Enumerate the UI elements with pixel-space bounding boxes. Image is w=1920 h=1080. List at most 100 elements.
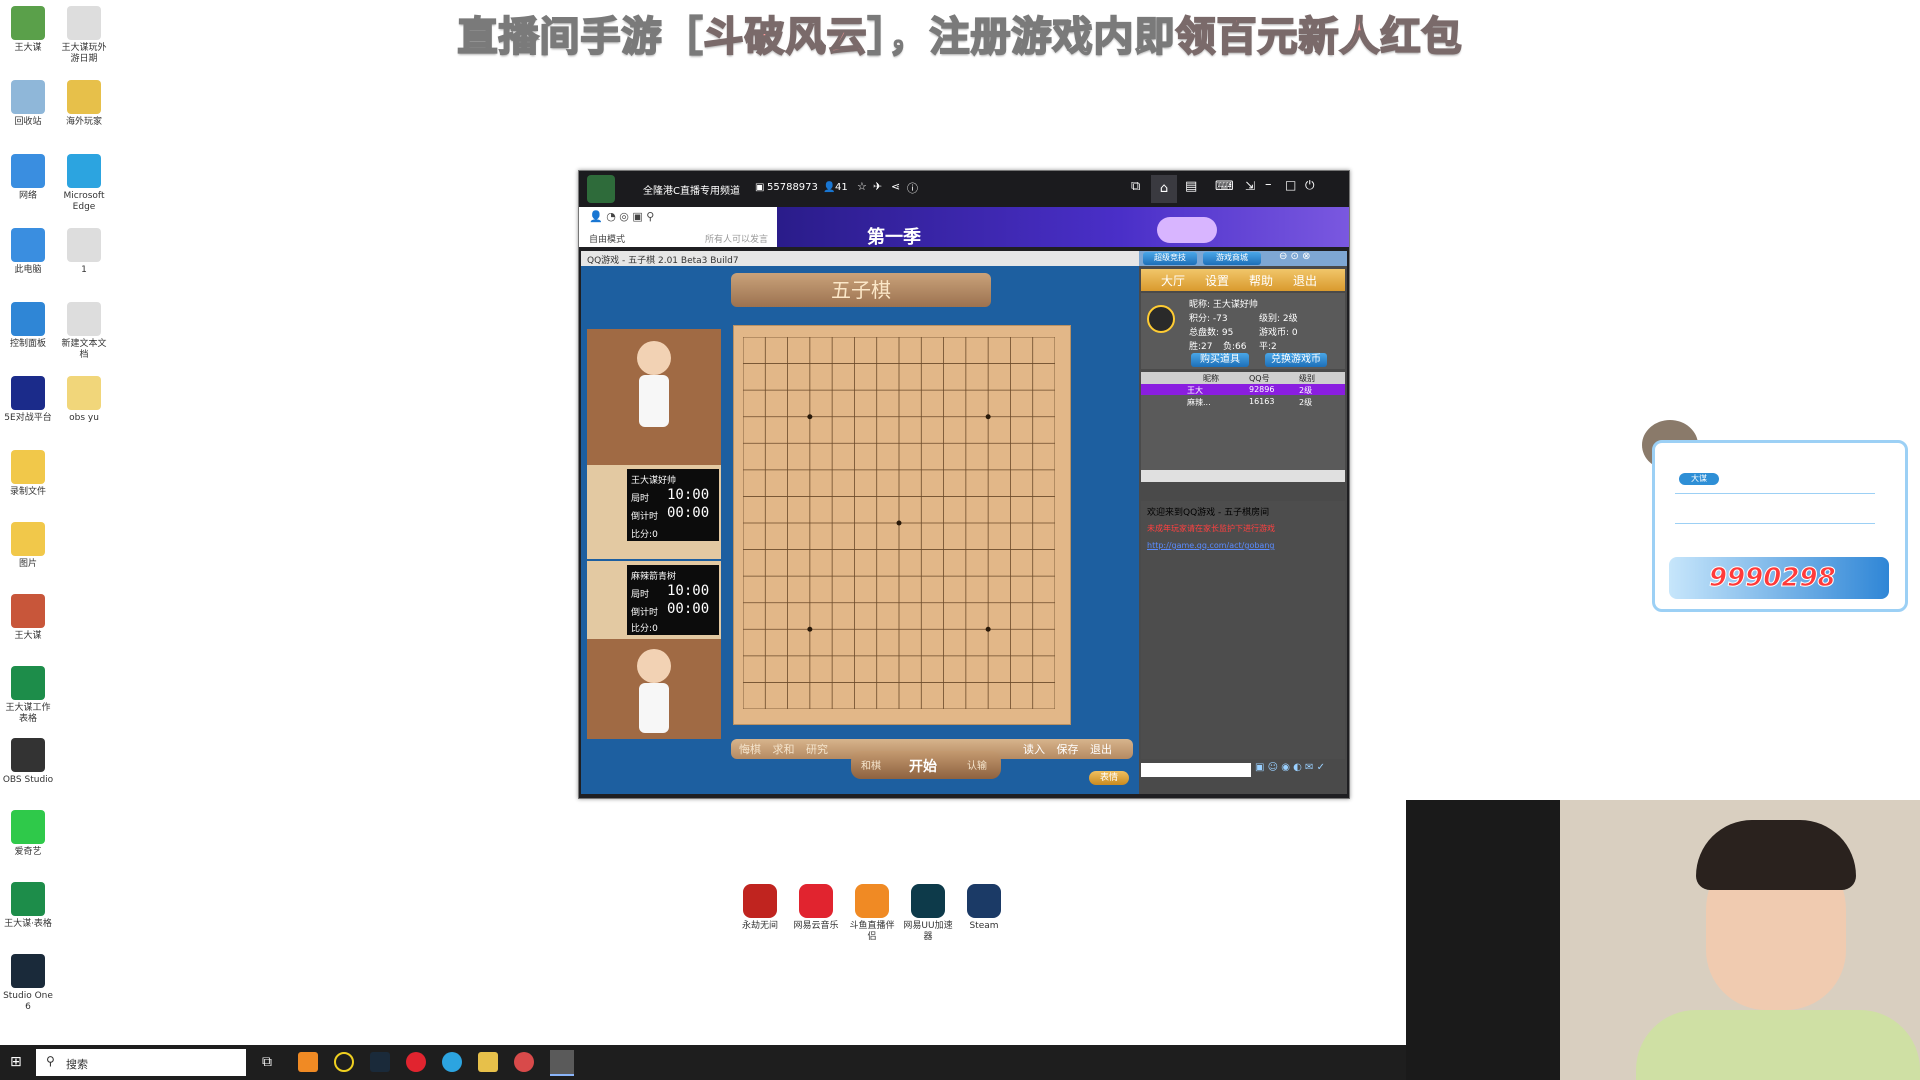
load-button[interactable]: 读入 bbox=[1023, 743, 1045, 756]
desktop-icon[interactable]: obs yu bbox=[54, 376, 114, 424]
menu-exit[interactable]: 退出 bbox=[1293, 272, 1317, 289]
player-row-name: 麻辣... bbox=[1187, 398, 1211, 407]
player2-body bbox=[639, 683, 669, 733]
desktop-icon[interactable]: 回收站 bbox=[0, 80, 58, 128]
desktop-icon[interactable]: 王大谋 bbox=[0, 594, 58, 642]
desktop-icon[interactable]: 5E对战平台 bbox=[0, 376, 58, 424]
channel-avatar[interactable] bbox=[587, 175, 615, 203]
desktop-icon[interactable]: 录制文件 bbox=[0, 450, 58, 498]
game-store-tab[interactable]: 游戏商城 bbox=[1203, 252, 1261, 265]
record-icon[interactable]: ⧉ bbox=[1131, 179, 1140, 194]
dock-icon[interactable]: 斗鱼直播伴 侣 bbox=[842, 884, 902, 943]
airplane-icon[interactable]: ✈ bbox=[873, 180, 882, 193]
taskbar-app-icon[interactable] bbox=[334, 1052, 354, 1072]
emote-button[interactable]: 表情 bbox=[1089, 771, 1129, 785]
collapse-icon[interactable]: ⇲ bbox=[1245, 179, 1255, 193]
window-controls[interactable]: ⊖ ⊙ ⊗ bbox=[1279, 251, 1311, 262]
col-qq[interactable]: QQ号 bbox=[1249, 373, 1270, 384]
col-nickname[interactable]: 昵称 bbox=[1203, 373, 1219, 384]
save-button[interactable]: 保存 bbox=[1057, 743, 1079, 756]
close-icon[interactable]: ⏻ bbox=[1305, 178, 1315, 193]
dock-icon-label: 网易云音乐 bbox=[793, 921, 839, 931]
star-icon[interactable]: ☆ bbox=[857, 180, 867, 193]
windows-start-icon[interactable]: ⊞ bbox=[10, 1055, 24, 1069]
taskbar-app-icon[interactable] bbox=[298, 1052, 318, 1072]
overlay-tag: 大谋 bbox=[1679, 473, 1719, 485]
menu-help[interactable]: 帮助 bbox=[1249, 272, 1273, 289]
super-arena-tab[interactable]: 超级竞技 bbox=[1143, 252, 1197, 265]
desktop-icon[interactable]: 控制面板 bbox=[0, 302, 58, 350]
minimize-icon[interactable]: – bbox=[1265, 177, 1272, 192]
desktop-icon[interactable]: Microsoft Edge bbox=[54, 154, 114, 213]
draw-button[interactable]: 和棋 bbox=[861, 757, 881, 772]
dock-icon[interactable]: 网易UU加速 器 bbox=[898, 884, 958, 943]
player1-body bbox=[639, 375, 669, 427]
desktop-icon-label: 图片 bbox=[18, 559, 37, 569]
dock-icon-label: 网易UU加速 器 bbox=[903, 921, 953, 942]
dock-icon[interactable]: 永劫无间 bbox=[730, 884, 790, 932]
desktop-icon[interactable]: 海外玩家 bbox=[54, 80, 114, 128]
star-point bbox=[807, 414, 813, 420]
taskbar-app-icon[interactable] bbox=[478, 1052, 498, 1072]
exchange-coins-button[interactable]: 兑换游戏币 bbox=[1265, 353, 1327, 367]
chat-input[interactable] bbox=[1141, 763, 1251, 777]
season-banner[interactable]: 第一季 bbox=[777, 207, 1349, 248]
desktop-icon[interactable]: OBS Studio bbox=[0, 738, 58, 786]
app-icon bbox=[67, 228, 101, 262]
resign-button[interactable]: 认输 bbox=[967, 757, 987, 772]
taskbar-app-icon-active[interactable] bbox=[550, 1050, 574, 1076]
dock-icon[interactable]: 网易云音乐 bbox=[786, 884, 846, 932]
desktop-icon[interactable]: 1 bbox=[54, 228, 114, 276]
exit-button[interactable]: 退出 bbox=[1090, 743, 1112, 756]
menu-lobby[interactable]: 大厅 bbox=[1161, 272, 1185, 289]
desktop-icon[interactable]: 此电脑 bbox=[0, 228, 58, 276]
app-icon bbox=[67, 376, 101, 410]
player-row-2[interactable]: 麻辣... 16163 2级 bbox=[1141, 396, 1345, 407]
taskbar-app-icon[interactable] bbox=[514, 1052, 534, 1072]
desktop-icon[interactable]: 新建文本文 档 bbox=[54, 302, 114, 361]
desktop-icon[interactable]: Studio One 6 bbox=[0, 954, 58, 1013]
task-view-icon[interactable]: ⧉ bbox=[262, 1054, 272, 1070]
desktop-icon[interactable]: 王大谋·表格 bbox=[0, 882, 58, 930]
chat-tool-icons[interactable]: ▣ ☺ ◉ ◐ ✉ ✓ bbox=[1255, 762, 1325, 773]
desktop-icon[interactable]: 王大谋工作 表格 bbox=[0, 666, 58, 725]
taskbar-app-icon[interactable] bbox=[442, 1052, 462, 1072]
taskbar-app-icon[interactable] bbox=[370, 1052, 390, 1072]
desktop-icon-label: obs yu bbox=[69, 413, 99, 423]
player-row-level: 2级 bbox=[1299, 386, 1313, 395]
maximize-icon[interactable]: □ bbox=[1285, 178, 1296, 192]
undo-button[interactable]: 悔棋 bbox=[739, 743, 761, 756]
toolbar-icons[interactable]: 👤 ◔ ◎ ▣ ⚲ bbox=[589, 210, 654, 223]
info-icon[interactable]: ⓘ bbox=[907, 180, 918, 196]
app-icon bbox=[11, 666, 45, 700]
gamepad-icon[interactable]: ⌨ bbox=[1215, 179, 1234, 194]
player-list-scrollbar[interactable] bbox=[1141, 470, 1345, 482]
search-icon: ⚲ bbox=[46, 1054, 55, 1068]
desktop-icon[interactable]: 网络 bbox=[0, 154, 58, 202]
desktop-icon-label: Studio One 6 bbox=[3, 991, 53, 1012]
desktop-icon[interactable]: 爱奇艺 bbox=[0, 810, 58, 858]
qq-penguin-icon bbox=[1147, 305, 1175, 333]
app-icon bbox=[11, 376, 45, 410]
buy-items-button[interactable]: 购买道具 bbox=[1191, 353, 1249, 367]
desktop-icon[interactable]: 王大谋 bbox=[0, 6, 58, 54]
share-icon[interactable]: ⋖ bbox=[891, 180, 900, 193]
col-level[interactable]: 级别 bbox=[1299, 373, 1315, 384]
season-title: 第一季 bbox=[867, 227, 921, 248]
board-grid[interactable] bbox=[743, 337, 1055, 709]
desktop-icon[interactable]: 图片 bbox=[0, 522, 58, 570]
window-titlebar: 全隆港C直播专用频道 ▣ 55788973 👤 41 ☆ ✈ ⋖ ⓘ ⧉ ⌂ ▤… bbox=[579, 171, 1349, 207]
draw-request-button[interactable]: 求和 bbox=[773, 743, 795, 756]
start-button[interactable]: 开始 bbox=[909, 756, 937, 776]
side-menu: 大厅 设置 帮助 退出 bbox=[1141, 269, 1345, 291]
home-icon[interactable]: ⌂ bbox=[1151, 175, 1177, 203]
chat-link[interactable]: http://game.qq.com/act/gobang bbox=[1147, 541, 1274, 550]
menu-settings[interactable]: 设置 bbox=[1205, 272, 1229, 289]
taskbar-app-icon[interactable] bbox=[406, 1052, 426, 1072]
board-icon[interactable]: ▤ bbox=[1185, 179, 1197, 194]
study-button[interactable]: 研究 bbox=[806, 743, 828, 756]
dock-icon[interactable]: Steam bbox=[954, 884, 1014, 932]
desktop-icon[interactable]: 王大谋玩外 游日期 bbox=[54, 6, 114, 65]
player-row-1[interactable]: 王大 92896 2级 bbox=[1141, 384, 1345, 395]
taskbar-search-box[interactable]: ⚲ 搜索 bbox=[36, 1049, 246, 1076]
